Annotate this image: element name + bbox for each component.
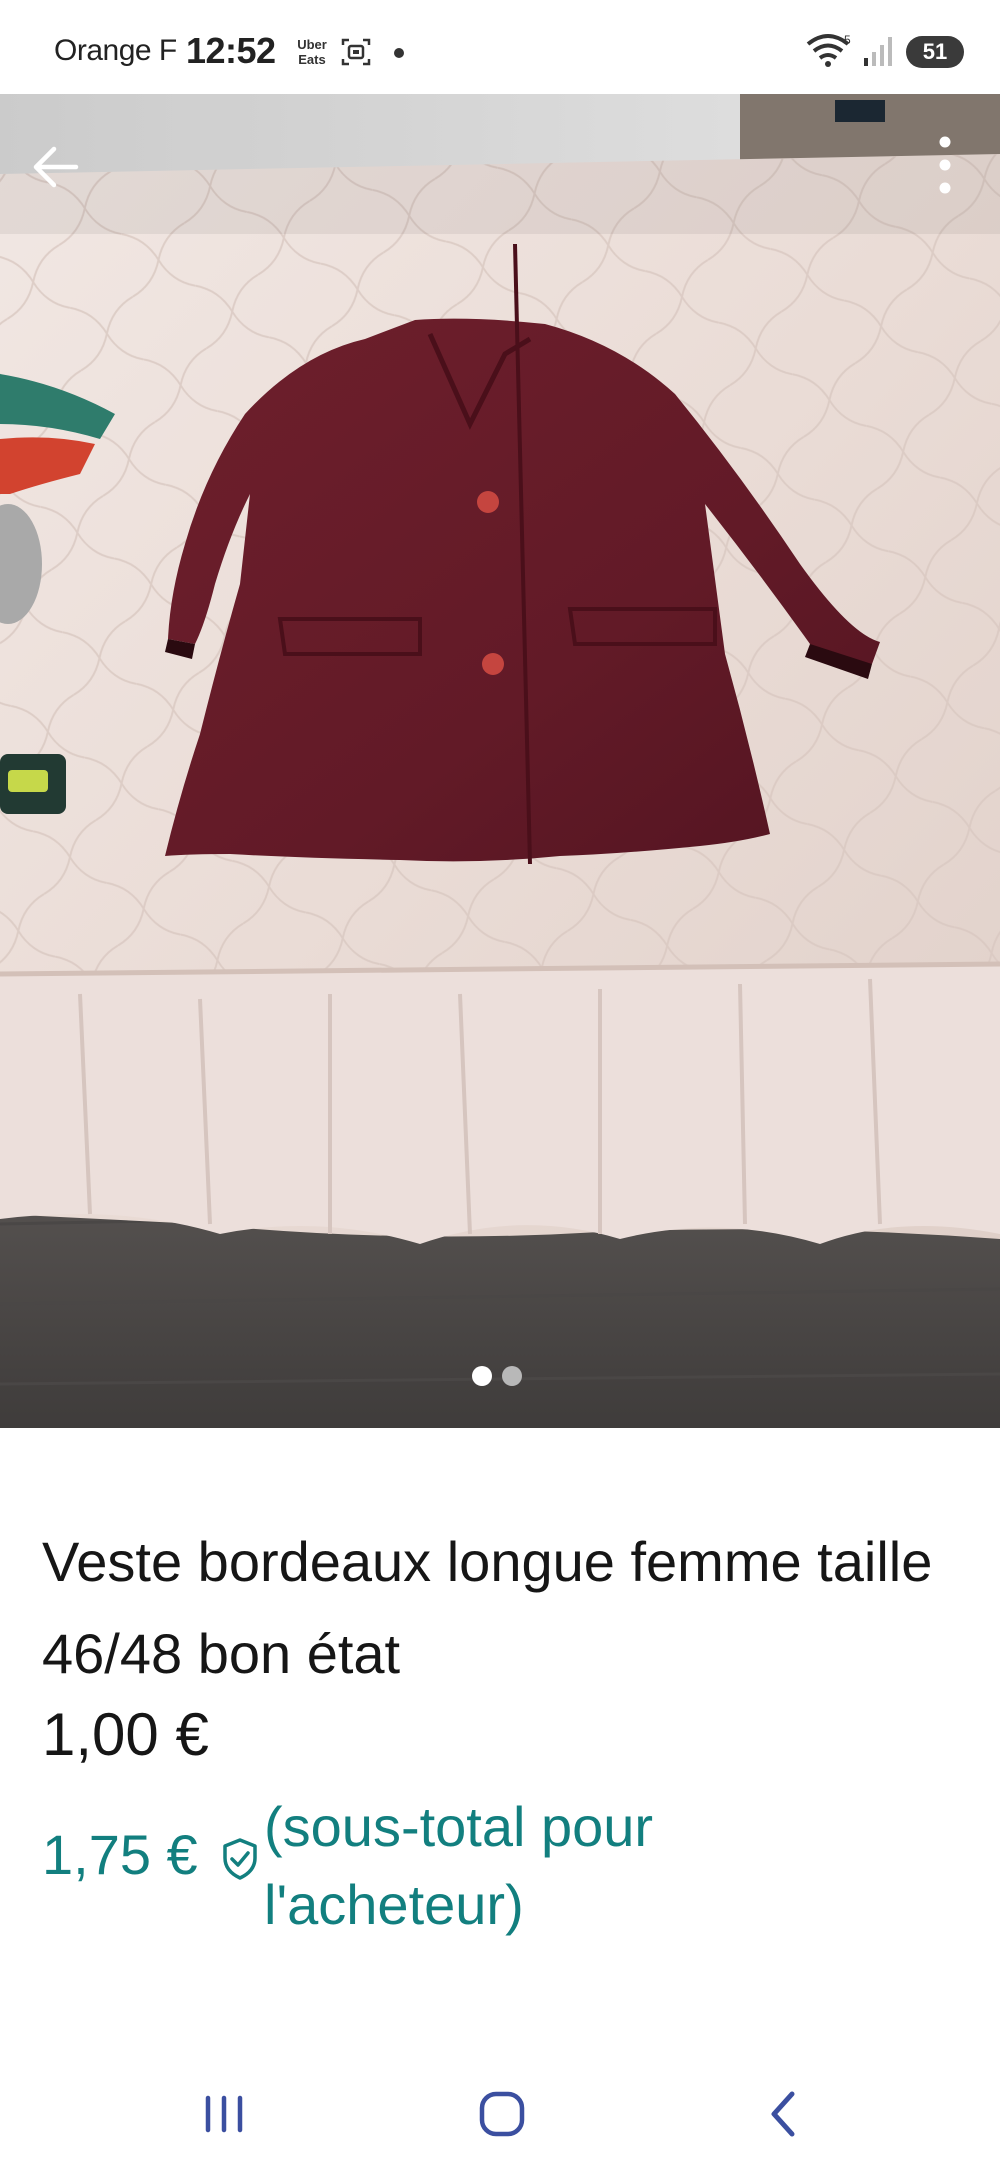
signal-icon <box>864 37 892 66</box>
more-vertical-icon[interactable] <box>920 130 970 200</box>
buyer-price-row[interactable]: 1,75 € (sous-total pour l'acheteur) <box>42 1788 962 1938</box>
uber-eats-line-2: Eats <box>298 52 326 67</box>
system-navigation-bar <box>0 2060 1000 2169</box>
back-icon[interactable] <box>744 2074 824 2154</box>
listing-title: Veste bordeaux longue femme taille 46/48… <box>42 1529 933 1685</box>
carrier-name: Orange F <box>54 34 177 67</box>
clock: 12:52 <box>186 30 276 71</box>
pagination-dot-active[interactable] <box>472 1366 492 1386</box>
pagination-dot-inactive[interactable] <box>502 1366 522 1386</box>
home-icon[interactable] <box>462 2074 542 2154</box>
wifi-icon: 5 <box>806 33 851 67</box>
product-photo <box>0 94 1000 1428</box>
uber-eats-icon: Uber Eats <box>292 37 332 69</box>
item-price: 1,00 € <box>42 1701 209 1768</box>
buyer-subtotal-note: (sous-total pour l'acheteur) <box>264 1795 654 1936</box>
svg-text:5: 5 <box>844 33 851 47</box>
notification-dot <box>394 48 404 58</box>
buyer-total-price: 1,75 € <box>42 1823 198 1886</box>
product-photo-carousel[interactable] <box>0 94 1000 1428</box>
carousel-pagination <box>472 1366 532 1386</box>
status-bar: Orange F 12:52 Uber Eats 5 51 <box>0 0 1000 94</box>
shield-check-icon[interactable] <box>220 1836 260 1882</box>
recent-apps-icon[interactable] <box>184 2074 264 2154</box>
screen-record-icon <box>341 38 371 66</box>
back-arrow-icon[interactable] <box>24 134 90 200</box>
uber-eats-line-1: Uber <box>297 37 327 52</box>
battery-icon: 51 <box>906 36 964 68</box>
